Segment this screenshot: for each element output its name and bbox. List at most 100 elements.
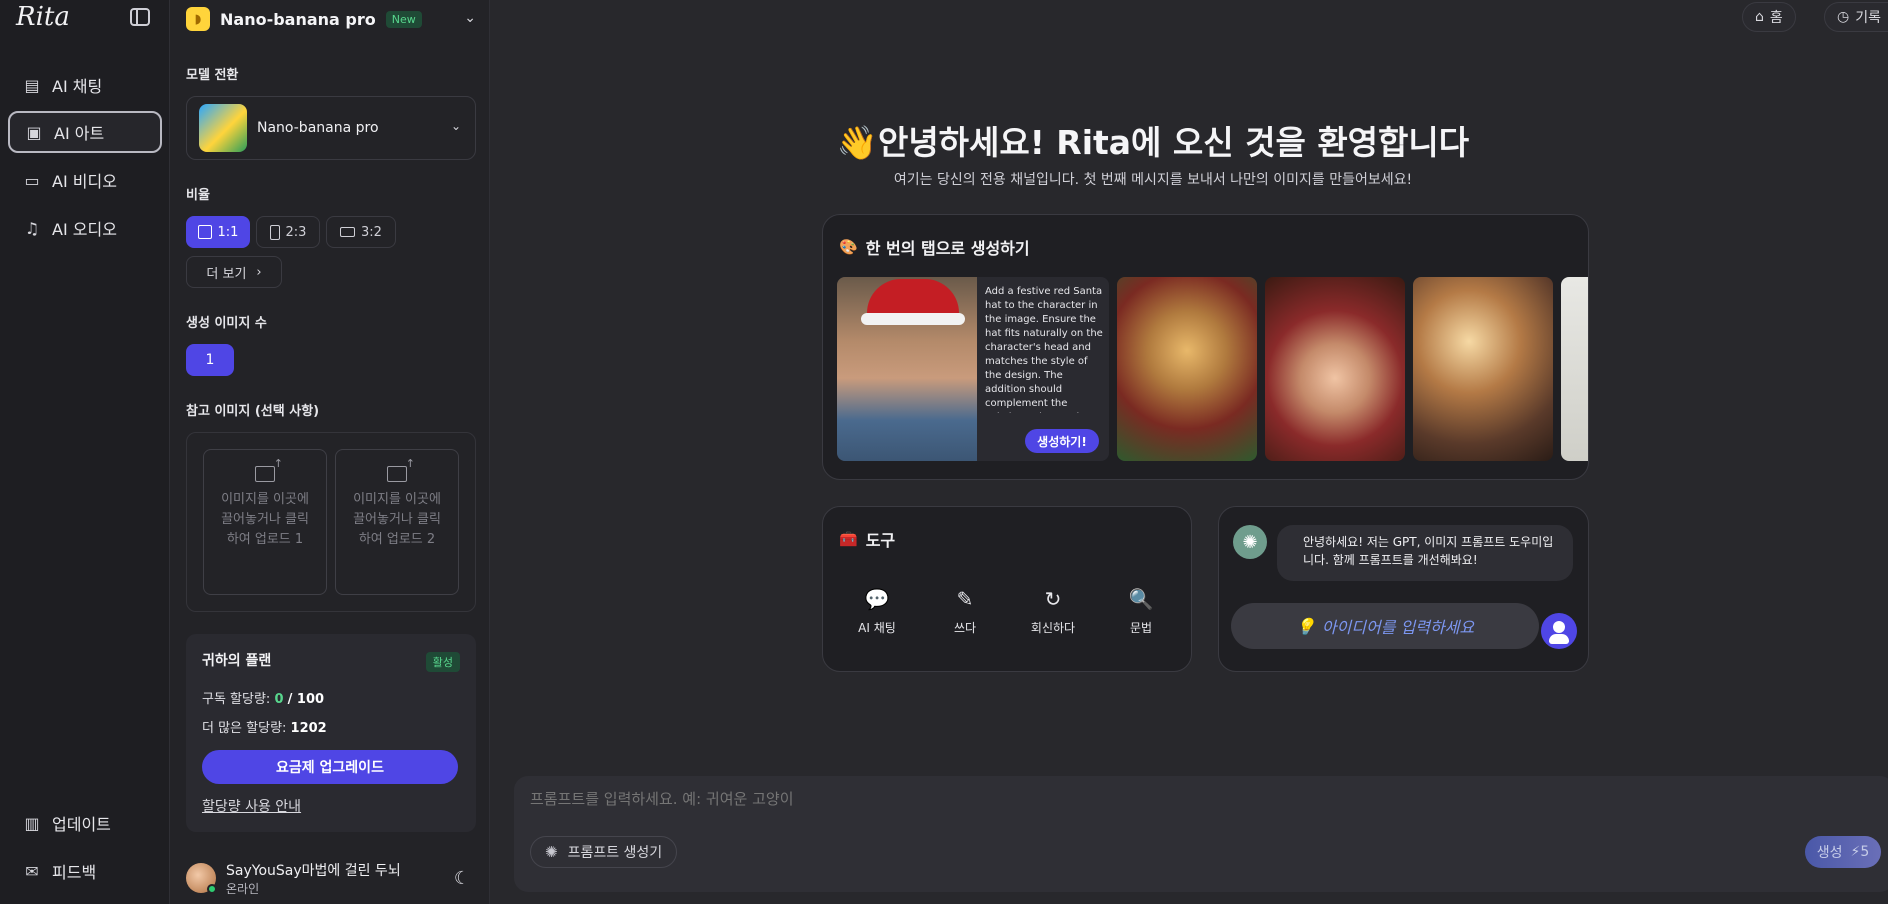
portrait-icon	[269, 224, 280, 240]
new-badge: New	[385, 10, 422, 28]
tool-label: AI 채팅	[858, 621, 896, 635]
left-nav: Rita ▤ AI 채팅 ▣ AI 아트 ▭ AI 비디오 ♫ AI 오디오 ▥…	[0, 0, 170, 904]
square-icon	[197, 225, 212, 239]
moon-icon[interactable]: ☾	[454, 868, 470, 889]
sample-prompt-card[interactable]: Add a festive red Santa hat to the chara…	[837, 277, 1109, 461]
ratio-2-3-button[interactable]: 2:3	[256, 216, 320, 248]
upload-hint: 이미지를 이곳에 끌어놓거나 클릭하여 업로드 1	[221, 492, 309, 547]
extra-quota: 더 많은 할당량: 1202	[202, 717, 460, 736]
home-button[interactable]: ⌂ 홈	[1742, 2, 1796, 32]
prompt-composer: ✺ 프롬프트 생성기	[514, 776, 1888, 892]
model-header[interactable]: ◗ Nano-banana pro New ⌄	[186, 4, 476, 34]
nav-item-ai-chat[interactable]: ▤ AI 채팅	[8, 64, 162, 106]
sample-photo-man-santa-hat	[837, 277, 977, 461]
ratio-1-1-button[interactable]: 1:1	[186, 216, 250, 248]
quota-label: 구독 할당량:	[202, 692, 271, 707]
tool-grammar[interactable]: 🔍 문법	[1101, 587, 1181, 636]
prompt-generator-button[interactable]: ✺ 프롬프트 생성기	[530, 836, 678, 868]
ratio-3-2-button[interactable]: 3:2	[326, 216, 396, 248]
sample-photo-cocoa-mug[interactable]	[1413, 277, 1553, 461]
upload-hint: 이미지를 이곳에 끌어놓거나 클릭하여 업로드 2	[353, 492, 441, 547]
tools-card: 🧰 도구 💬 AI 채팅 ✎ 쓰다 ↻ 회신하다 🔍 문법	[822, 506, 1192, 672]
tools-title: 🧰 도구	[839, 527, 895, 551]
plan-title: 귀하의 플랜	[202, 653, 272, 669]
grammar-check-icon: 🔍	[1128, 587, 1154, 611]
assistant-message: 안녕하세요! 저는 GPT, 이미지 프롬프트 도우미입니다. 함께 프롬프트를…	[1277, 525, 1573, 581]
welcome-title-text: 안녕하세요! Rita에 오신 것을 환영합니다	[877, 123, 1470, 162]
user-profile[interactable]: SayYouSay마법에 걸린 두뇌 온라인 ☾	[186, 858, 476, 898]
history-button[interactable]: ◷ 기록	[1824, 2, 1888, 32]
nav-item-ai-audio[interactable]: ♫ AI 오디오	[8, 207, 162, 249]
nav-item-label: 피드백	[52, 863, 97, 882]
chevron-down-icon[interactable]: ⌄	[464, 10, 476, 26]
generate-label: 생성	[1816, 845, 1843, 861]
plan-card: 귀하의 플랜 활성 구독 할당량: 0 / 100 더 많은 할당량: 1202…	[186, 634, 476, 832]
nav-item-label: AI 비디오	[52, 172, 117, 191]
tool-reply[interactable]: ↻ 회신하다	[1013, 587, 1093, 636]
nav-item-ai-art[interactable]: ▣ AI 아트	[8, 111, 162, 153]
prompt-input[interactable]	[530, 790, 1730, 808]
idea-input[interactable]: 💡 아이디어를 입력하세요	[1231, 603, 1539, 649]
ratio-more-label: 더 보기	[206, 266, 247, 282]
sample-photo-partial[interactable]	[1561, 277, 1588, 461]
sample-photo-dog-santa[interactable]	[1117, 277, 1257, 461]
count-option-1[interactable]: 1	[186, 344, 234, 376]
ratio-more-button[interactable]: 더 보기 ›	[186, 256, 282, 288]
rita-logo[interactable]: Rita	[16, 2, 70, 32]
prompt-generator-label: 프롬프트 생성기	[567, 845, 663, 861]
chevron-right-icon: ›	[256, 264, 262, 280]
image-icon: ▣	[26, 122, 42, 142]
model-thumbnail	[199, 104, 247, 152]
quota-used: 0	[274, 692, 284, 707]
subscription-quota: 구독 할당량: 0 / 100	[202, 692, 325, 707]
nav-item-label: AI 오디오	[52, 220, 117, 239]
model-switch-label: 모델 전환	[186, 68, 239, 83]
welcome-subtitle: 여기는 당신의 전용 채널입니다. 첫 번째 메시지를 보내서 나만의 이미지를…	[893, 172, 1413, 188]
online-dot	[207, 884, 217, 894]
upload-slot-2[interactable]: 이미지를 이곳에 끌어놓거나 클릭하여 업로드 2	[335, 449, 459, 595]
upload-slot-1[interactable]: 이미지를 이곳에 끌어놓거나 클릭하여 업로드 1	[203, 449, 327, 595]
tool-label: 쓰다	[953, 621, 977, 635]
generate-button[interactable]: 생성 ⚡ 5	[1805, 836, 1881, 868]
count-label: 생성 이미지 수	[186, 316, 267, 331]
palette-icon: 🎨	[839, 238, 858, 256]
nav-item-feedback[interactable]: ✉ 피드백	[8, 850, 162, 892]
extra-quota-label: 더 많은 할당량:	[202, 721, 287, 736]
tool-label: 회신하다	[1030, 621, 1076, 635]
model-selector[interactable]: Nano-banana pro ⌄	[186, 96, 476, 160]
image-upload-icon	[255, 457, 283, 482]
gpt-icon: ✺	[1233, 525, 1267, 559]
mail-icon: ✉	[25, 861, 39, 881]
idea-placeholder: 아이디어를 입력하세요	[1321, 618, 1475, 637]
banana-icon: ◗	[186, 7, 210, 31]
landscape-icon	[340, 227, 356, 237]
tools-title-text: 도구	[865, 531, 896, 550]
nav-item-ai-video[interactable]: ▭ AI 비디오	[8, 159, 162, 201]
sidebar-collapse-icon[interactable]	[130, 8, 150, 26]
quota-total: 100	[296, 692, 325, 707]
nav-item-label: AI 채팅	[52, 77, 103, 96]
generate-cost: 5	[1860, 844, 1870, 860]
bolt-icon: ⚡	[1850, 844, 1861, 860]
ratio-label-text: 3:2	[361, 224, 382, 240]
sample-prompt-text: Add a festive red Santa hat to the chara…	[985, 286, 1103, 413]
image-upload-icon	[387, 457, 415, 482]
tool-label: 문법	[1129, 621, 1153, 635]
nav-item-updates[interactable]: ▥ 업데이트	[8, 802, 162, 844]
tool-write[interactable]: ✎ 쓰다	[925, 587, 1005, 636]
ratio-label-text: 2:3	[285, 224, 307, 240]
home-icon: ⌂	[1755, 9, 1764, 25]
quota-guide-link[interactable]: 할당량 사용 안내	[202, 796, 301, 816]
upgrade-plan-button[interactable]: 요금제 업그레이드	[202, 750, 458, 784]
settings-panel: ◗ Nano-banana pro New ⌄ 모델 전환 Nano-banan…	[170, 0, 490, 904]
nav-item-label: 업데이트	[52, 815, 111, 834]
generate-sample-button[interactable]: 생성하기!	[1025, 429, 1099, 453]
ratio-label-text: 1:1	[217, 224, 239, 240]
tool-ai-chat[interactable]: 💬 AI 채팅	[837, 587, 917, 636]
model-header-title: Nano-banana pro	[220, 9, 376, 29]
sample-photo-girl-winter-hat[interactable]	[1265, 277, 1405, 461]
openai-icon: ✺	[545, 843, 558, 861]
extra-quota-value: 1202	[290, 721, 327, 736]
plan-status-badge: 활성	[425, 652, 460, 672]
user-status: 온라인	[226, 881, 260, 896]
